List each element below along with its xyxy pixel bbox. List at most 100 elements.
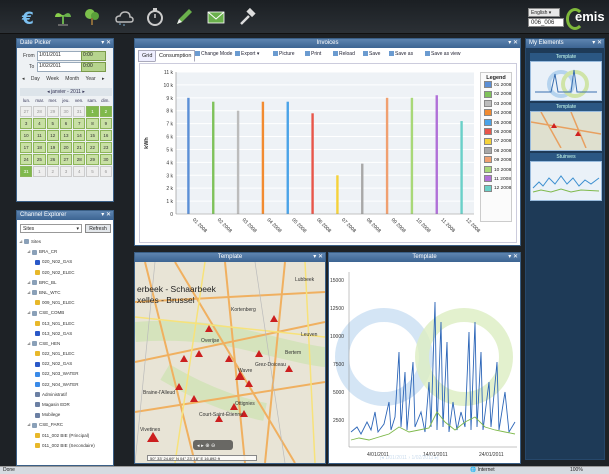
calendar-day[interactable]: 27: [20, 106, 33, 117]
pager-last-icon[interactable]: ▸|: [435, 455, 439, 461]
panel-controls-icon[interactable]: ▾ ✕: [313, 254, 323, 261]
calendar-day[interactable]: 24: [20, 154, 33, 165]
legend-item[interactable]: 06 2008: [481, 128, 511, 137]
calendar-day[interactable]: 19: [46, 142, 59, 153]
print-button[interactable]: Print: [305, 50, 321, 59]
calendar-day[interactable]: 12: [46, 130, 59, 141]
calendar-day[interactable]: 7: [73, 118, 86, 129]
calendar-day[interactable]: 26: [46, 154, 59, 165]
zoom-level[interactable]: 100%: [570, 467, 583, 474]
refresh-button[interactable]: Refresh: [85, 224, 111, 233]
from-date-input[interactable]: 1/01/2011: [37, 51, 82, 61]
calendar-day[interactable]: 28: [33, 106, 46, 117]
calendar-day[interactable]: 2: [46, 166, 59, 177]
reload-button[interactable]: Reload: [333, 50, 355, 59]
tree-node[interactable]: Administratif: [19, 390, 113, 400]
legend-item[interactable]: 01 2008: [481, 81, 511, 90]
tree-node[interactable]: 022_N02_GAS: [19, 359, 113, 369]
change-mode-button[interactable]: Change Mode: [195, 50, 232, 59]
range-next-icon[interactable]: ▸: [102, 76, 105, 82]
calendar-day[interactable]: 1: [86, 106, 99, 117]
tree-node[interactable]: ⊿ CSE_PARC: [19, 420, 113, 430]
calendar-day[interactable]: 25: [33, 154, 46, 165]
weather-icon[interactable]: [113, 6, 135, 28]
from-time-input[interactable]: 0:00: [81, 51, 106, 61]
calendar-day[interactable]: 30: [99, 154, 112, 165]
save-as-view-button[interactable]: Save as view: [425, 50, 460, 59]
tree-node[interactable]: 011_002 BIE (Principal): [19, 431, 113, 441]
calendar-day[interactable]: 16: [99, 130, 112, 141]
tree-node[interactable]: Magasin EDR: [19, 400, 113, 410]
tree-node[interactable]: 009_N01_ELEC: [19, 298, 113, 308]
calendar-day[interactable]: 17: [20, 142, 33, 153]
sites-select[interactable]: Sites ▾: [20, 224, 82, 233]
calendar-day[interactable]: 6: [59, 118, 73, 129]
map-view[interactable]: ◂ ▸ ⊕ ⊖ erbeek - Schaarbeek xelles - Bru…: [135, 262, 325, 463]
calendar-day[interactable]: 8: [86, 118, 99, 129]
calendar-day[interactable]: 3: [59, 166, 73, 177]
save-button[interactable]: Save: [363, 50, 380, 59]
range-week[interactable]: Week: [46, 76, 59, 82]
calendar-day[interactable]: 15: [86, 130, 99, 141]
calendar-day[interactable]: 1: [33, 166, 46, 177]
my-element-item[interactable]: Stuinves: [530, 153, 602, 201]
range-prev-icon[interactable]: ◂: [22, 76, 25, 82]
calendar-day[interactable]: 4: [33, 118, 46, 129]
panel-controls-icon[interactable]: ▾ ✕: [592, 40, 602, 47]
calendar-day[interactable]: 21: [73, 142, 86, 153]
calendar-day[interactable]: 3: [20, 118, 33, 129]
tree-node[interactable]: ⊿ BRC_BL: [19, 278, 113, 288]
to-time-input[interactable]: 0:00: [81, 62, 106, 72]
tree-node[interactable]: ⊿ Sites: [19, 237, 113, 247]
calendar-day[interactable]: 10: [20, 130, 33, 141]
tree-node[interactable]: Mobilege: [19, 410, 113, 420]
tab-grid[interactable]: Grid: [138, 50, 157, 62]
calendar-day[interactable]: 6: [99, 166, 112, 177]
pager-to[interactable]: 1/02/2011: [412, 455, 434, 461]
to-date-input[interactable]: 1/02/2011: [37, 62, 82, 72]
hammer-icon[interactable]: [236, 6, 258, 28]
tree-node[interactable]: 020_N02_ELEC: [19, 268, 113, 278]
calendar-day[interactable]: 31: [73, 106, 86, 117]
language-select[interactable]: English ▾: [528, 8, 560, 17]
legend-item[interactable]: 12 2008: [481, 184, 511, 193]
site-code-input[interactable]: 006_006: [528, 18, 564, 27]
calendar-day[interactable]: 4: [73, 166, 86, 177]
tree-node[interactable]: 022_N04_WATER: [19, 380, 113, 390]
calendar-day[interactable]: 11: [33, 130, 46, 141]
calendar-day[interactable]: 23: [99, 142, 112, 153]
calendar-next-icon[interactable]: ▸: [82, 89, 85, 95]
tree-node[interactable]: 013_N01_ELEC: [19, 319, 113, 329]
timer-icon[interactable]: [144, 6, 166, 28]
calendar-day[interactable]: 31: [20, 166, 33, 177]
pager-first-icon[interactable]: |◂: [380, 455, 384, 461]
calendar-day[interactable]: 5: [46, 118, 59, 129]
calendar-day[interactable]: 30: [59, 106, 73, 117]
my-element-item[interactable]: Template: [530, 103, 602, 151]
tree-icon[interactable]: [81, 6, 103, 28]
calendar-day[interactable]: 29: [46, 106, 59, 117]
legend-item[interactable]: 04 2008: [481, 109, 511, 118]
calendar-day[interactable]: 28: [73, 154, 86, 165]
legend-item[interactable]: 07 2008: [481, 137, 511, 146]
calendar-day[interactable]: 18: [33, 142, 46, 153]
export-button[interactable]: Export ▾: [235, 50, 259, 59]
plant-icon[interactable]: [52, 6, 74, 28]
legend-item[interactable]: 05 2008: [481, 118, 511, 128]
my-element-item[interactable]: Template: [530, 53, 602, 101]
panel-controls-icon[interactable]: ▾ ✕: [101, 212, 111, 219]
calendar-day[interactable]: 27: [59, 154, 73, 165]
legend-item[interactable]: 08 2008: [481, 146, 511, 156]
calendar-day[interactable]: 2: [99, 106, 112, 117]
tree-node[interactable]: 011_002 BIE (Secondaire): [19, 441, 113, 451]
save-as-button[interactable]: Save as: [389, 50, 413, 59]
range-month[interactable]: Month: [65, 76, 79, 82]
pager-from[interactable]: 1/01/2011: [385, 455, 407, 461]
euro-icon[interactable]: €: [18, 6, 40, 28]
legend-item[interactable]: 11 2008: [481, 175, 511, 184]
calendar-day[interactable]: 20: [59, 142, 73, 153]
tab-consumption[interactable]: Consumption: [155, 50, 196, 62]
tree-node[interactable]: ⊿ BNL_WTC: [19, 288, 113, 298]
calendar-day[interactable]: 9: [99, 118, 112, 129]
legend-item[interactable]: 03 2008: [481, 100, 511, 109]
